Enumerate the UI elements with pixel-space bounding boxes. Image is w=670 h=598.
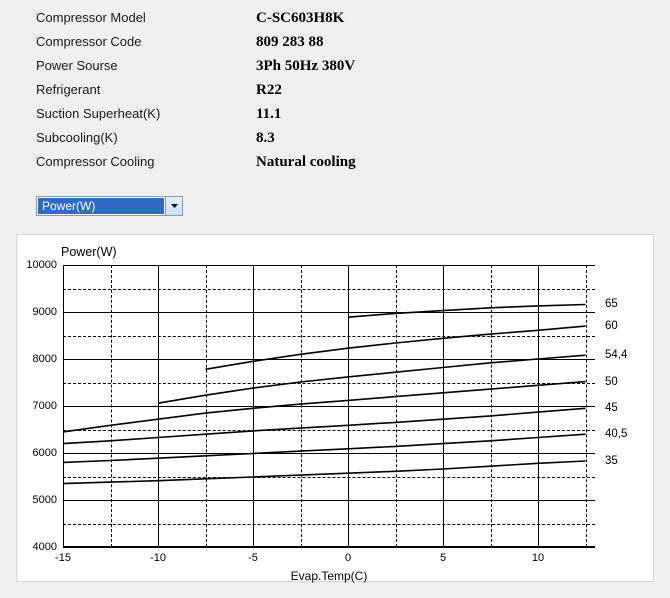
chart-x-axis-label: Evap.Temp(C) <box>291 547 368 583</box>
grid-line-h <box>63 265 595 266</box>
dropdown-selected-text: Power(W) <box>38 198 164 214</box>
series-label: 40,5 <box>595 428 627 440</box>
spec-label: Refrigerant <box>36 82 256 97</box>
chart-panel: Power(W) Evap.Temp(C) 400050006000700080… <box>16 234 654 582</box>
y-tick-label: 7000 <box>33 400 63 412</box>
y-tick-label: 10000 <box>26 259 63 271</box>
spec-row: Compressor Code 809 283 88 <box>36 34 670 51</box>
spec-label: Suction Superheat(K) <box>36 106 256 121</box>
chart-title: Power(W) <box>61 245 117 259</box>
spec-row: Suction Superheat(K) 11.1 <box>36 106 670 123</box>
grid-line-h <box>63 336 595 337</box>
y-tick-label: 5000 <box>33 494 63 506</box>
series-label: 60 <box>595 320 618 332</box>
chevron-down-icon[interactable] <box>165 197 182 215</box>
grid-line-v <box>63 265 64 547</box>
series-label: 45 <box>595 402 618 414</box>
grid-line-v <box>206 265 207 547</box>
grid-line-v <box>348 265 349 547</box>
chart-metric-dropdown[interactable]: Power(W) <box>36 196 183 216</box>
spec-label: Power Sourse <box>36 58 256 73</box>
series-label: 35 <box>595 455 618 467</box>
grid-line-v <box>586 265 587 547</box>
spec-label: Subcooling(K) <box>36 130 256 145</box>
x-tick-label: -10 <box>150 547 166 564</box>
series-label: 50 <box>595 376 618 388</box>
grid-line-h <box>63 289 595 290</box>
spec-label: Compressor Cooling <box>36 154 256 169</box>
series-line <box>63 408 586 443</box>
grid-line-v <box>301 265 302 547</box>
y-tick-label: 8000 <box>33 353 63 365</box>
grid-line-h <box>63 406 595 407</box>
spec-value: 3Ph 50Hz 380V <box>256 58 355 75</box>
grid-line-v <box>396 265 397 547</box>
spec-value: 8.3 <box>256 130 275 147</box>
spec-value: 11.1 <box>256 106 281 123</box>
series-line <box>63 461 586 484</box>
grid-line-h <box>63 383 595 384</box>
series-label: 65 <box>595 298 618 310</box>
spec-value: 809 283 88 <box>256 34 324 51</box>
y-tick-label: 9000 <box>33 306 63 318</box>
grid-line-h <box>63 547 595 548</box>
grid-line-h <box>63 500 595 501</box>
spec-row: Subcooling(K) 8.3 <box>36 130 670 147</box>
x-tick-label: 0 <box>345 547 351 564</box>
grid-line-v <box>443 265 444 547</box>
spec-value: R22 <box>256 82 282 99</box>
spec-row: Compressor Model C-SC603H8K <box>36 10 670 27</box>
spec-table: Compressor Model C-SC603H8K Compressor C… <box>0 0 670 190</box>
spec-row: Compressor Cooling Natural cooling <box>36 154 670 171</box>
grid-line-v <box>538 265 539 547</box>
grid-line-h <box>63 359 595 360</box>
grid-line-v <box>111 265 112 547</box>
spec-value: C-SC603H8K <box>256 10 344 27</box>
grid-line-v <box>158 265 159 547</box>
chart-plot-area: Evap.Temp(C) 400050006000700080009000100… <box>63 265 595 547</box>
series-label: 54,4 <box>595 349 627 361</box>
y-tick-label: 6000 <box>33 447 63 459</box>
grid-line-h <box>63 430 595 431</box>
grid-line-h <box>63 453 595 454</box>
x-tick-label: -15 <box>55 547 71 564</box>
series-line <box>158 355 586 403</box>
spec-value: Natural cooling <box>256 154 356 171</box>
spec-label: Compressor Model <box>36 10 256 25</box>
x-tick-label: 5 <box>440 547 446 564</box>
series-line <box>348 305 586 318</box>
spec-row: Refrigerant R22 <box>36 82 670 99</box>
grid-line-h <box>63 477 595 478</box>
x-tick-label: -5 <box>248 547 258 564</box>
grid-line-v <box>253 265 254 547</box>
spec-row: Power Sourse 3Ph 50Hz 380V <box>36 58 670 75</box>
grid-line-h <box>63 524 595 525</box>
grid-line-v <box>491 265 492 547</box>
spec-label: Compressor Code <box>36 34 256 49</box>
grid-line-h <box>63 312 595 313</box>
x-tick-label: 10 <box>532 547 544 564</box>
